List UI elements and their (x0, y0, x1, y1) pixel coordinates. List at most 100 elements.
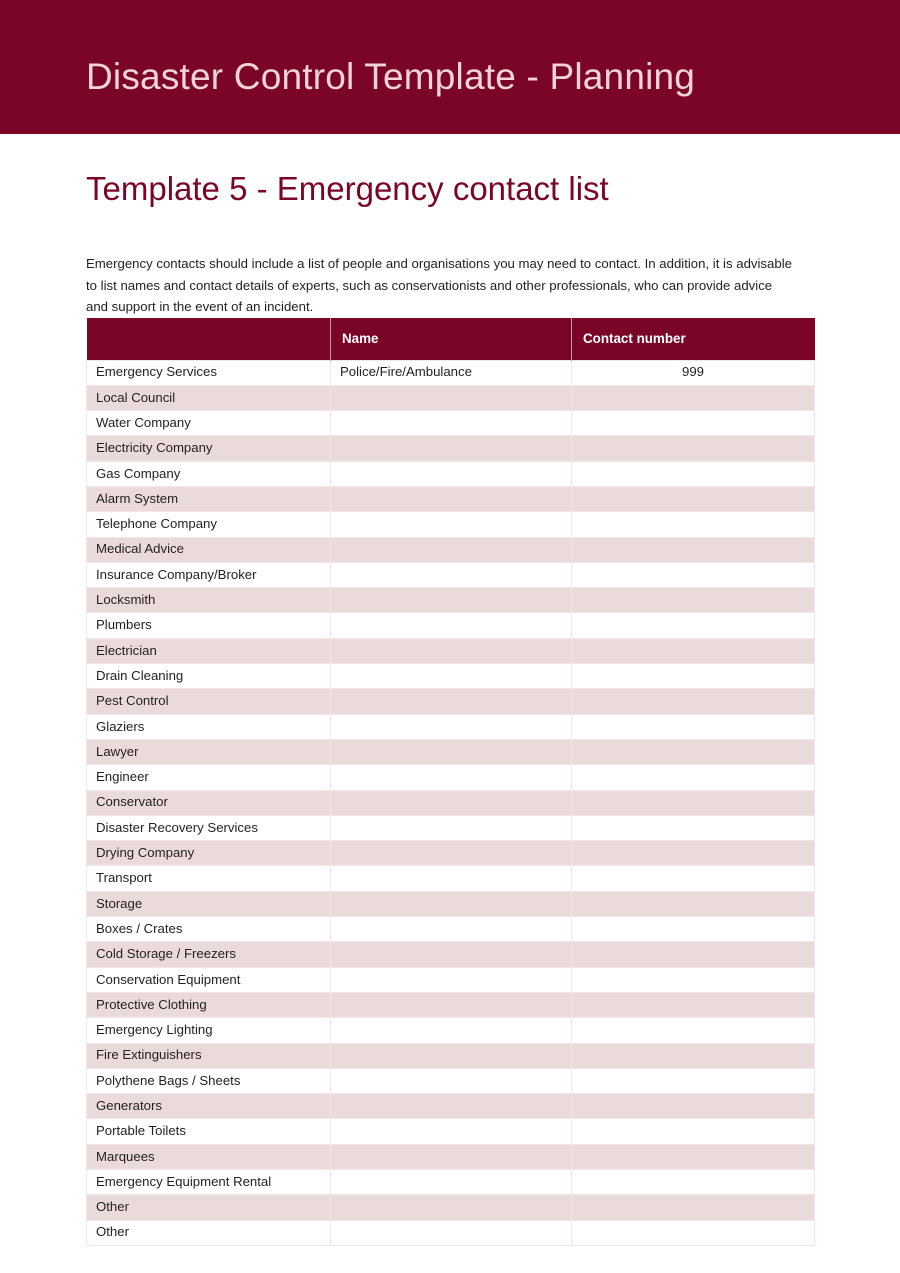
cell-category: Polythene Bags / Sheets (86, 1067, 331, 1095)
cell-contact-number[interactable] (571, 713, 815, 740)
cell-name[interactable] (330, 814, 572, 842)
table-row: Transport (86, 865, 815, 892)
cell-category: Plumbers (86, 612, 331, 639)
cell-name[interactable] (330, 384, 572, 412)
cell-name[interactable] (330, 713, 572, 740)
table-row: Locksmith (86, 587, 815, 614)
table-row: Medical Advice (86, 536, 815, 563)
cell-category: Drain Cleaning (86, 663, 331, 690)
cell-name[interactable] (330, 1168, 572, 1196)
cell-contact-number[interactable] (571, 561, 815, 589)
cell-contact-number[interactable] (571, 814, 815, 842)
cell-name[interactable] (330, 738, 572, 766)
cell-name[interactable] (330, 991, 572, 1019)
cell-contact-number[interactable] (571, 688, 815, 715)
cell-category: Portable Toilets (86, 1118, 331, 1145)
cell-name[interactable] (330, 460, 572, 487)
cell-contact-number[interactable] (571, 738, 815, 766)
cell-category: Water Company (86, 410, 331, 437)
cell-name[interactable] (330, 561, 572, 589)
cell-contact-number[interactable] (571, 764, 815, 791)
cell-name[interactable] (330, 941, 572, 968)
cell-contact-number[interactable] (571, 916, 815, 943)
cell-name[interactable] (330, 612, 572, 639)
table-row: Gas Company (86, 460, 815, 487)
cell-name[interactable] (330, 1017, 572, 1044)
cell-contact-number[interactable]: 999 (571, 359, 815, 386)
intro-paragraph: Emergency contacts should include a list… (86, 256, 792, 315)
cell-name[interactable]: Police/Fire/Ambulance (330, 359, 572, 386)
table-row: Polythene Bags / Sheets (86, 1067, 815, 1095)
emergency-contact-table: Name Contact number Emergency Services Po… (86, 318, 815, 1246)
table-row: Marquees (86, 1143, 815, 1171)
cell-name[interactable] (330, 1143, 572, 1171)
cell-name[interactable] (330, 536, 572, 563)
cell-contact-number[interactable] (571, 485, 815, 513)
cell-contact-number[interactable] (571, 840, 815, 867)
cell-contact-number[interactable] (571, 1093, 815, 1120)
cell-contact-number[interactable] (571, 1143, 815, 1171)
cell-contact-number[interactable] (571, 587, 815, 614)
cell-name[interactable] (330, 485, 572, 513)
table-body: Emergency Services Police/Fire/Ambulance 9… (86, 359, 815, 1246)
table-row: Telephone Company (86, 511, 815, 538)
cell-contact-number[interactable] (571, 663, 815, 690)
cell-contact-number[interactable] (571, 1017, 815, 1044)
cell-category: Engineer (86, 764, 331, 791)
cell-contact-number[interactable] (571, 1067, 815, 1095)
cell-category: Glaziers (86, 713, 331, 740)
cell-contact-number[interactable] (571, 536, 815, 563)
cell-name[interactable] (330, 916, 572, 943)
table-row: Drain Cleaning (86, 663, 815, 690)
cell-contact-number[interactable] (571, 890, 815, 918)
cell-name[interactable] (330, 637, 572, 665)
cell-contact-number[interactable] (571, 1118, 815, 1145)
cell-contact-number[interactable] (571, 1168, 815, 1196)
cell-name[interactable] (330, 966, 572, 993)
cell-name[interactable] (330, 688, 572, 715)
cell-name[interactable] (330, 1093, 572, 1120)
cell-contact-number[interactable] (571, 410, 815, 437)
cell-name[interactable] (330, 1219, 572, 1246)
cell-name[interactable] (330, 865, 572, 892)
cell-name[interactable] (330, 663, 572, 690)
cell-name[interactable] (330, 840, 572, 867)
table-row: Local Council (86, 384, 815, 412)
cell-contact-number[interactable] (571, 865, 815, 892)
cell-name[interactable] (330, 511, 572, 538)
table-row: Water Company (86, 410, 815, 437)
cell-contact-number[interactable] (571, 991, 815, 1019)
cell-name[interactable] (330, 1118, 572, 1145)
cell-contact-number[interactable] (571, 460, 815, 487)
table-row: Lawyer (86, 738, 815, 766)
cell-contact-number[interactable] (571, 1194, 815, 1221)
cell-name[interactable] (330, 410, 572, 437)
table-row: Protective Clothing (86, 991, 815, 1019)
cell-name[interactable] (330, 1194, 572, 1221)
cell-name[interactable] (330, 587, 572, 614)
cell-contact-number[interactable] (571, 966, 815, 993)
cell-contact-number[interactable] (571, 612, 815, 639)
cell-category: Disaster Recovery Services (86, 814, 331, 842)
cell-name[interactable] (330, 1042, 572, 1069)
cell-name[interactable] (330, 1067, 572, 1095)
cell-category: Drying Company (86, 840, 331, 867)
cell-name[interactable] (330, 890, 572, 918)
cell-name[interactable] (330, 435, 572, 462)
table-row: Other (86, 1194, 815, 1221)
cell-contact-number[interactable] (571, 789, 815, 816)
cell-contact-number[interactable] (571, 1042, 815, 1069)
column-header-contact-number: Contact number (571, 318, 815, 360)
banner-title: Disaster Control Template - Planning (86, 56, 696, 97)
cell-contact-number[interactable] (571, 1219, 815, 1246)
cell-contact-number[interactable] (571, 637, 815, 665)
cell-contact-number[interactable] (571, 384, 815, 412)
cell-name[interactable] (330, 764, 572, 791)
cell-category: Storage (86, 890, 331, 918)
cell-contact-number[interactable] (571, 511, 815, 538)
cell-name[interactable] (330, 789, 572, 816)
cell-contact-number[interactable] (571, 435, 815, 462)
column-header-category (86, 318, 331, 360)
cell-category: Fire Extinguishers (86, 1042, 331, 1069)
cell-contact-number[interactable] (571, 941, 815, 968)
